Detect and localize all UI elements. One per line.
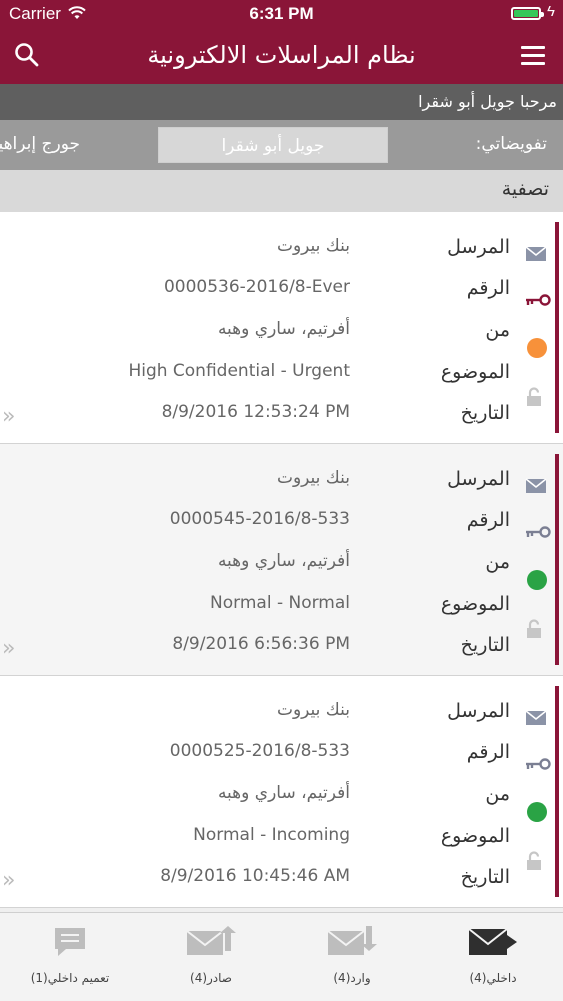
date-label: التاريخ [460, 634, 510, 656]
delegation-chip-next[interactable]: جورج إبراهيم [0, 134, 80, 154]
unlock-icon [525, 387, 547, 409]
mail-icon [467, 925, 519, 963]
number-label: الرقم [466, 277, 510, 299]
priority-indicator [527, 570, 547, 590]
key-icon [525, 524, 551, 546]
subject-label: الموضوع [440, 361, 510, 383]
number-value: 0000525-2016/8-533 [169, 741, 350, 761]
tab-internal-circular[interactable]: تعميم داخلي(1) [0, 913, 140, 1001]
speech-bubble-icon [52, 925, 88, 963]
priority-indicator [527, 802, 547, 822]
envelope-icon [525, 478, 547, 500]
subject-value: High Confidential - Urgent [128, 361, 350, 381]
sender-label: المرسل [447, 700, 510, 722]
filter-bar[interactable]: تصفية [0, 170, 563, 212]
date-value: 8/9/2016 6:56:36 PM [172, 634, 350, 654]
delegations-label: تفويضاتي: [475, 134, 547, 154]
number-label: الرقم [466, 509, 510, 531]
tab-internal-circular-label: تعميم داخلي(1) [30, 971, 110, 985]
date-value: 8/9/2016 12:53:24 PM [161, 402, 350, 422]
tab-incoming-label: وارد(4) [333, 971, 371, 985]
date-label: التاريخ [460, 866, 510, 888]
sender-value: بنك بيروت [276, 468, 350, 488]
status-time: 6:31 PM [249, 4, 314, 23]
sender-label: المرسل [447, 468, 510, 490]
nav-bar: نظام المراسلات الالكترونية [0, 28, 563, 84]
welcome-text: مرحبا جويل أبو شقرا [418, 92, 557, 111]
number-value: 0000536-2016/8-Ever [163, 277, 350, 297]
tab-incoming[interactable]: وارد(4) [282, 913, 422, 1001]
sender-value: بنك بيروت [276, 236, 350, 256]
incoming-mail-icon [326, 925, 378, 963]
from-value: أفرتيم، ساري وهبه [217, 319, 350, 339]
list-item[interactable]: المرسل بنك بيروت الرقم 0000536-2016/8-Ever… [0, 212, 563, 444]
list-item[interactable]: المرسل بنك بيروت الرقم 0000525-2016/8-533 … [0, 676, 563, 908]
tab-outgoing-label: صادر(4) [190, 971, 232, 985]
from-label: من [485, 319, 510, 341]
status-bar: Carrier 6:31 PM ϟ [0, 0, 563, 28]
outgoing-mail-icon [185, 925, 237, 963]
subject-value: Normal - Normal [210, 593, 350, 613]
unlock-icon [525, 851, 547, 873]
tab-internal-label: داخلي(4) [469, 971, 517, 985]
hamburger-menu-icon[interactable] [521, 46, 545, 68]
list-item[interactable]: المرسل بنك بيروت الرقم 0000545-2016/8-533 … [0, 444, 563, 676]
date-label: التاريخ [460, 402, 510, 424]
page-title: نظام المراسلات الالكترونية [147, 41, 416, 69]
date-value: 8/9/2016 10:45:46 AM [160, 866, 350, 886]
battery-icon [511, 7, 544, 20]
from-label: من [485, 783, 510, 805]
correspondence-list: المرسل بنك بيروت الرقم 0000536-2016/8-Ever… [0, 212, 563, 908]
from-value: أفرتيم، ساري وهبه [217, 551, 350, 571]
chevron-right-icon: » [2, 636, 16, 661]
sender-value: بنك بيروت [276, 700, 350, 720]
chevron-right-icon: » [2, 404, 16, 429]
chevron-right-icon: » [2, 868, 16, 893]
envelope-icon [525, 246, 547, 268]
welcome-bar: مرحبا جويل أبو شقرا [0, 84, 563, 120]
key-icon [525, 292, 551, 314]
sender-label: المرسل [447, 236, 510, 258]
number-label: الرقم [466, 741, 510, 763]
key-icon [525, 756, 551, 778]
number-value: 0000545-2016/8-533 [169, 509, 350, 529]
charging-icon: ϟ [547, 3, 555, 20]
subject-value: Normal - Incoming [193, 825, 350, 845]
envelope-icon [525, 710, 547, 732]
delegations-bar: تفويضاتي: جويل أبو شقرا جورج إبراهيم [0, 120, 563, 170]
tab-bar: تعميم داخلي(1) صادر(4) وارد(4) داخلي(4) [0, 912, 563, 1001]
from-value: أفرتيم، ساري وهبه [217, 783, 350, 803]
tab-internal[interactable]: داخلي(4) [423, 913, 563, 1001]
unlock-icon [525, 619, 547, 641]
tab-outgoing[interactable]: صادر(4) [141, 913, 281, 1001]
from-label: من [485, 551, 510, 573]
priority-indicator [527, 338, 547, 358]
filter-label[interactable]: تصفية [502, 178, 549, 200]
subject-label: الموضوع [440, 825, 510, 847]
subject-label: الموضوع [440, 593, 510, 615]
delegation-chip-selected[interactable]: جويل أبو شقرا [158, 127, 388, 163]
